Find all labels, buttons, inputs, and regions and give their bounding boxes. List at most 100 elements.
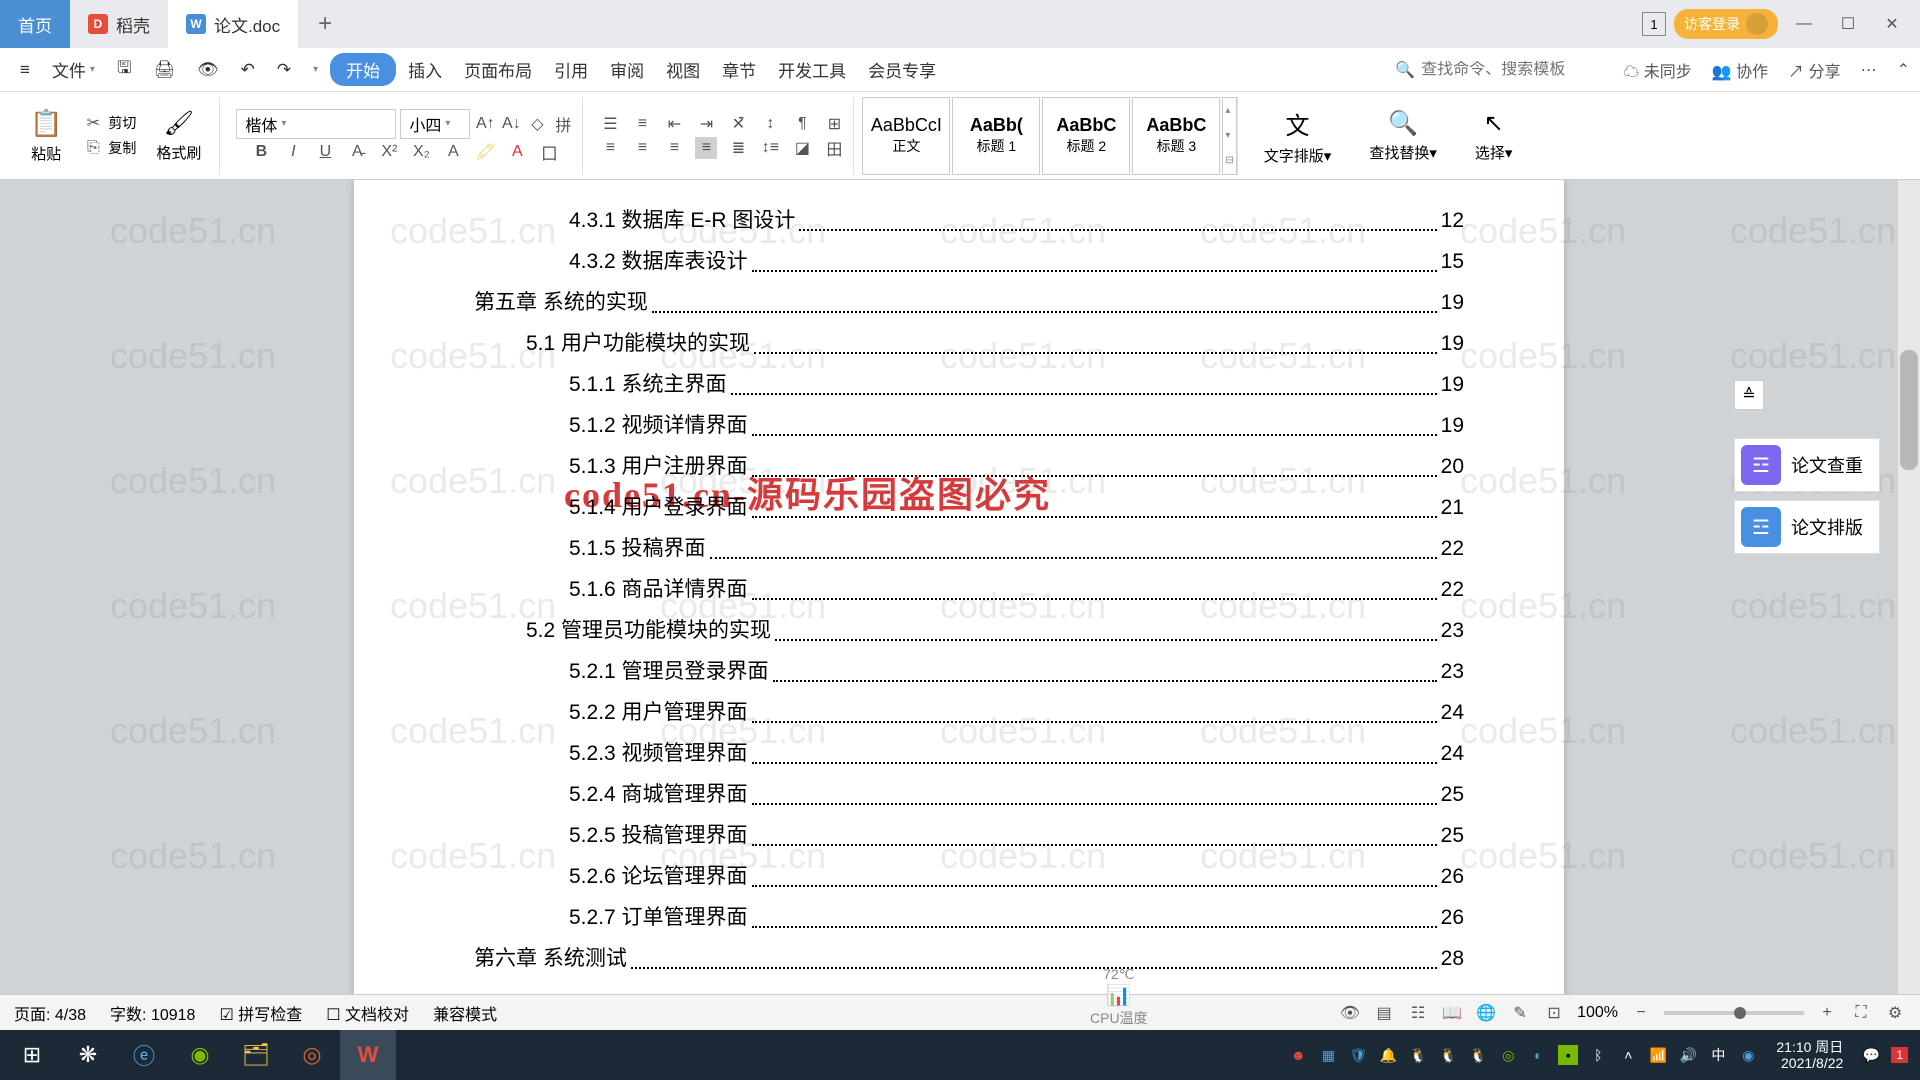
window-count-icon[interactable]: 1: [1642, 12, 1666, 36]
vertical-scrollbar[interactable]: [1898, 180, 1920, 1030]
menu-review[interactable]: 审阅: [600, 51, 654, 88]
text-effects-icon[interactable]: A: [442, 141, 464, 163]
align-center-icon[interactable]: ≡: [631, 137, 653, 159]
decrease-font-icon[interactable]: A↓: [500, 113, 522, 135]
paper-check-button[interactable]: ☲论文查重: [1734, 438, 1880, 492]
line-spacing-icon[interactable]: ↕≡: [759, 137, 781, 159]
taskbar-ie[interactable]: ⓔ: [116, 1030, 172, 1080]
taskbar-wps[interactable]: W: [340, 1030, 396, 1080]
select-button[interactable]: ↖选择▾: [1465, 109, 1523, 163]
maximize-button[interactable]: ☐: [1830, 6, 1866, 42]
decrease-indent-icon[interactable]: ⇤: [663, 113, 685, 135]
tray-bluetooth-icon[interactable]: ᛒ: [1588, 1045, 1608, 1065]
clear-style-icon[interactable]: ✕̄: [727, 113, 749, 135]
tab-document[interactable]: W论文.doc: [168, 0, 298, 48]
menu-start[interactable]: 开始: [330, 53, 396, 86]
distribute-icon[interactable]: ≣: [727, 137, 749, 159]
scrollbar-thumb[interactable]: [1900, 350, 1918, 470]
search-input[interactable]: [1421, 61, 1621, 79]
menu-devtools[interactable]: 开发工具: [768, 51, 856, 88]
close-button[interactable]: ✕: [1874, 6, 1910, 42]
tray-up-icon[interactable]: ˄: [1618, 1045, 1638, 1065]
menu-view[interactable]: 视图: [656, 51, 710, 88]
tab-daoke[interactable]: D稻壳: [70, 0, 168, 48]
align-right-icon[interactable]: ≡: [663, 137, 685, 159]
underline-button[interactable]: U: [314, 141, 336, 163]
tray-app-icon[interactable]: ◉: [1738, 1045, 1758, 1065]
tray-icon-4[interactable]: 🔔: [1378, 1045, 1398, 1065]
tray-ime-icon[interactable]: 中: [1708, 1045, 1728, 1065]
taskbar-app-1[interactable]: ❋: [60, 1030, 116, 1080]
taskbar-clock[interactable]: 21:10 周日2021/8/22: [1768, 1039, 1851, 1071]
style-up-icon[interactable]: ▴: [1225, 105, 1233, 116]
shading-icon[interactable]: ◪: [791, 137, 813, 159]
format-painter-button[interactable]: 🖌格式刷: [146, 109, 211, 163]
action-center-icon[interactable]: 💬: [1861, 1045, 1881, 1065]
subscript-button[interactable]: X₂: [410, 141, 432, 163]
zoom-level[interactable]: 100%: [1577, 1004, 1618, 1022]
cut-button[interactable]: ✂剪切: [82, 112, 136, 134]
settings-icon[interactable]: ⚙: [1884, 1002, 1906, 1024]
print-icon[interactable]: 🖨: [143, 54, 185, 86]
taskbar-explorer[interactable]: 🗂: [228, 1030, 284, 1080]
collapse-ribbon-icon[interactable]: ⋯: [1861, 60, 1877, 80]
strikethrough-button[interactable]: A̵: [346, 141, 368, 163]
phonetic-icon[interactable]: 拼: [552, 113, 574, 135]
menu-chapter[interactable]: 章节: [712, 51, 766, 88]
taskbar-app-2[interactable]: ◎: [284, 1030, 340, 1080]
sync-status[interactable]: ☁ 未同步: [1623, 58, 1691, 82]
save-icon[interactable]: 🖫: [107, 49, 141, 90]
style-down-icon[interactable]: ▾: [1225, 130, 1233, 141]
borders-icon[interactable]: 田: [823, 137, 845, 159]
doc-proof-toggle[interactable]: ☐ 文档校对: [326, 1001, 409, 1025]
menu-references[interactable]: 引用: [544, 51, 598, 88]
font-name-select[interactable]: 楷体▾: [236, 109, 396, 139]
style-more-icon[interactable]: ⊟: [1225, 155, 1233, 166]
page-view-icon[interactable]: ▤: [1373, 1002, 1395, 1024]
find-replace-button[interactable]: 🔍查找替换▾: [1359, 109, 1447, 163]
tray-nvidia-icon[interactable]: ▪: [1558, 1045, 1578, 1065]
sort-icon[interactable]: ↕: [759, 113, 781, 135]
file-menu[interactable]: 文件▾: [42, 51, 105, 88]
page-indicator[interactable]: 页面: 4/38: [14, 1001, 86, 1025]
bold-button[interactable]: B: [250, 141, 272, 163]
tab-add-button[interactable]: +: [298, 10, 352, 38]
collab-button[interactable]: 👥 协作: [1712, 58, 1768, 82]
spell-check-toggle[interactable]: ☑ 拼写检查: [219, 1001, 302, 1025]
paragraph-mark-icon[interactable]: ¶: [791, 113, 813, 135]
style-heading2[interactable]: AaBbC标题 2: [1042, 97, 1130, 175]
tray-wifi-icon[interactable]: 📶: [1648, 1045, 1668, 1065]
paper-layout-button[interactable]: ☲论文排版: [1734, 500, 1880, 554]
paste-button[interactable]: 📋粘贴: [20, 108, 72, 164]
align-justify-icon[interactable]: ≡: [695, 137, 717, 159]
zoom-slider[interactable]: [1664, 1011, 1804, 1015]
tab-home[interactable]: 首页: [0, 0, 70, 48]
style-heading1[interactable]: AaBb(标题 1: [952, 97, 1040, 175]
preview-icon[interactable]: 👁: [187, 54, 229, 86]
tray-icon-3[interactable]: 🛡: [1348, 1045, 1368, 1065]
text-layout-button[interactable]: 文文字排版▾: [1254, 106, 1342, 166]
fit-icon[interactable]: ⊡: [1543, 1002, 1565, 1024]
tray-icon-5[interactable]: 🐧: [1408, 1045, 1428, 1065]
tray-icon-2[interactable]: ▦: [1318, 1045, 1338, 1065]
bullet-list-icon[interactable]: ☰: [599, 113, 621, 135]
expand-ribbon-icon[interactable]: ⌃: [1897, 60, 1910, 80]
redo-icon[interactable]: ↷: [267, 54, 301, 86]
edit-icon[interactable]: ✎: [1509, 1002, 1531, 1024]
outline-view-icon[interactable]: ☷: [1407, 1002, 1429, 1024]
start-button[interactable]: ⊞: [4, 1030, 60, 1080]
word-count[interactable]: 字数: 10918: [110, 1001, 195, 1025]
font-color-icon[interactable]: A: [506, 141, 528, 163]
undo-icon[interactable]: ↶: [231, 54, 265, 86]
menu-page-layout[interactable]: 页面布局: [454, 51, 542, 88]
menu-insert[interactable]: 插入: [398, 51, 452, 88]
italic-button[interactable]: I: [282, 141, 304, 163]
tray-volume-icon[interactable]: 🔊: [1678, 1045, 1698, 1065]
zoom-out-icon[interactable]: −: [1630, 1002, 1652, 1024]
style-normal[interactable]: AaBbCcI正文: [862, 97, 950, 175]
notification-badge[interactable]: 1: [1891, 1047, 1908, 1063]
char-border-icon[interactable]: 囗: [538, 141, 560, 163]
web-view-icon[interactable]: 🌐: [1475, 1002, 1497, 1024]
menu-member[interactable]: 会员专享: [858, 51, 946, 88]
copy-button[interactable]: ⎘复制: [82, 137, 136, 159]
